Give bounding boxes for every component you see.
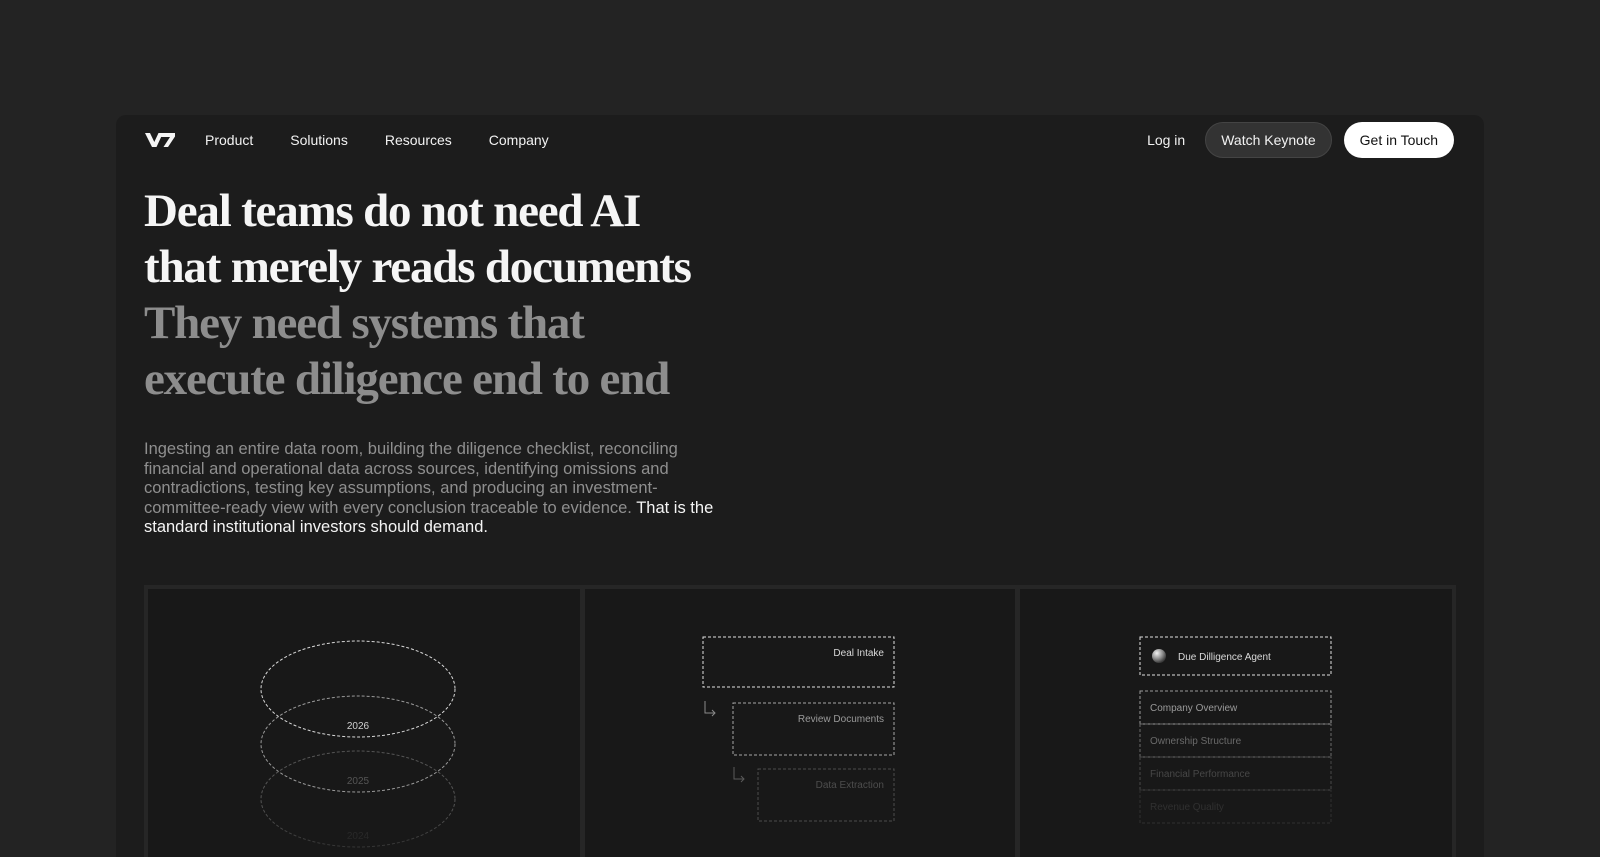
watch-keynote-button[interactable]: Watch Keynote (1205, 122, 1332, 158)
section-label-company-overview: Company Overview (1150, 703, 1238, 714)
hero-paragraph-body: Ingesting an entire data room, building … (144, 440, 678, 517)
hero-headline: Deal teams do not need AI that merely re… (144, 183, 764, 407)
card-agent: Due Dilligence Agent Company Overview Ow… (1020, 589, 1452, 857)
v7-logo[interactable] (144, 127, 176, 151)
step-box-review-documents (732, 702, 895, 756)
arrow-icon-1 (704, 701, 716, 717)
card-years: 2026 2025 2024 (148, 589, 580, 857)
headline-secondary-line-2: execute diligence end to end (144, 353, 670, 405)
nav-link-resources[interactable]: Resources (385, 130, 452, 150)
headline-primary-line-2: that merely reads documents (144, 241, 692, 293)
agent-illustration: Due Dilligence Agent Company Overview Ow… (1139, 636, 1332, 824)
agent-label: Due Dilligence Agent (1178, 652, 1271, 663)
year-label-2024: 2024 (347, 831, 370, 842)
nav-link-product[interactable]: Product (205, 130, 253, 150)
section-label-ownership-structure: Ownership Structure (1150, 736, 1242, 747)
step-box-deal-intake (702, 636, 895, 688)
login-link[interactable]: Log in (1147, 132, 1185, 148)
nav-link-company[interactable]: Company (489, 130, 549, 150)
hero-paragraph: Ingesting an entire data room, building … (144, 440, 714, 538)
feature-cards: 2026 2025 2024 Deal Intake Review Docume… (144, 585, 1456, 857)
years-illustration: 2026 2025 2024 (260, 640, 456, 848)
nav-link-solutions[interactable]: Solutions (290, 130, 348, 150)
year-label-2025: 2025 (347, 776, 370, 787)
get-in-touch-button[interactable]: Get in Touch (1343, 122, 1454, 158)
headline-secondary-line-1: They need systems that (144, 297, 585, 349)
agent-orb-icon (1152, 649, 1166, 663)
step-label-review-documents: Review Documents (798, 714, 884, 725)
step-label-deal-intake: Deal Intake (833, 648, 884, 659)
year-label-2026: 2026 (347, 721, 370, 732)
step-label-data-extraction: Data Extraction (816, 780, 884, 791)
section-label-revenue-quality: Revenue Quality (1150, 802, 1224, 813)
page-frame: Product Solutions Resources Company Log … (116, 115, 1484, 857)
workflow-illustration: Deal Intake Review Documents Data Extrac… (702, 636, 895, 822)
nav-links: Product Solutions Resources Company (205, 130, 586, 150)
nav-actions: Log in Watch Keynote Get in Touch (1147, 122, 1454, 158)
section-label-financial-performance: Financial Performance (1150, 769, 1250, 780)
headline-primary-line-1: Deal teams do not need AI (144, 185, 641, 237)
step-box-data-extraction (757, 768, 895, 822)
arrow-icon-2 (733, 767, 745, 783)
card-workflow: Deal Intake Review Documents Data Extrac… (585, 589, 1015, 857)
